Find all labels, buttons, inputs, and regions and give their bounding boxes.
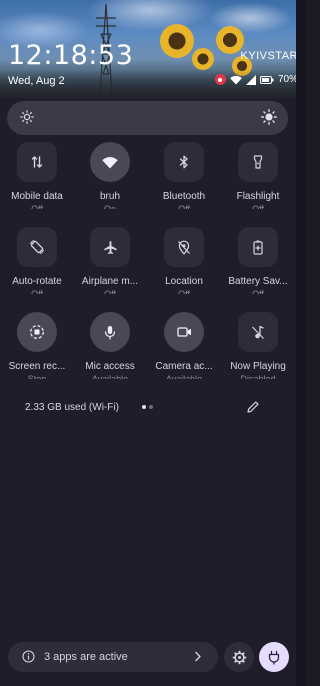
tile-label: Now Playing [230,361,286,372]
power-plug-icon [268,650,280,665]
screen-record-icon [214,74,226,85]
tile-camera-access[interactable]: Camera ac... Available [147,312,221,379]
sun-high-icon [261,109,277,125]
clock-time[interactable]: 12:18:53 [8,40,133,71]
tile-state: Off [31,289,43,294]
power-button[interactable] [259,642,289,672]
tile-airplane-mode[interactable]: Airplane m... Off [73,227,147,294]
auto-rotate-icon [29,239,45,255]
tile-screen-record[interactable]: Screen rec... Stop [0,312,74,379]
tile-state: Disabled [240,374,276,379]
tile-label: Camera ac... [155,361,213,372]
tile-state: Available [165,374,203,379]
tile-state: On [103,204,116,209]
tile-battery-saver-button[interactable] [238,227,278,267]
tile-state: Stop [27,374,47,379]
tile-camera-access-button[interactable] [164,312,204,352]
tile-label: Airplane m... [81,276,139,287]
battery-saver-icon [253,240,263,255]
page-dot-active [142,405,146,409]
airplane-icon [103,240,117,254]
sunflower-illustration [160,24,194,58]
tile-flashlight-button[interactable] [238,142,278,182]
active-apps-button[interactable]: 3 apps are active [8,642,218,672]
tile-label: Location [165,276,203,287]
tile-label: Mobile data [11,191,63,202]
data-usage-text[interactable]: 2.33 GB used (Wi-Fi) [25,402,119,413]
tile-state: Off [31,204,43,209]
chevron-right-icon [195,651,201,662]
tile-label: Bluetooth [162,191,206,202]
tile-state: Available [91,374,129,379]
tile-wifi[interactable]: bruh On [73,142,147,209]
tile-now-playing-button[interactable] [238,312,278,352]
tile-mobile-data[interactable]: Mobile data Off [0,142,74,209]
info-icon [22,650,35,663]
screen-record-icon [30,325,44,339]
tile-state: Off [178,204,190,209]
tile-mobile-data-button[interactable] [17,142,57,182]
tile-bluetooth-button[interactable] [164,142,204,182]
brightness-slider[interactable] [7,101,288,135]
tile-screen-record-button[interactable] [17,312,57,352]
tile-label: Auto-rotate [12,276,62,287]
gear-icon [232,650,246,664]
tile-state: Off [178,289,190,294]
tile-mic-access-button[interactable] [90,312,130,352]
date-text[interactable]: Wed, Aug 2 [8,75,65,87]
wifi-icon [102,156,118,168]
now-playing-icon [252,325,264,339]
settings-button[interactable] [224,642,254,672]
tile-label: bruh [99,191,120,202]
tile-location[interactable]: Location Off [147,227,221,294]
wallpaper-header: 12:18:53 Wed, Aug 2 KYIVSTAR 70% [0,0,306,100]
tile-airplane-mode-button[interactable] [90,227,130,267]
wifi-icon [230,75,242,84]
bluetooth-icon [179,155,188,169]
tile-auto-rotate[interactable]: Auto-rotate Off [0,227,74,294]
screen-edge [296,0,306,686]
camera-icon [176,327,191,337]
active-apps-label: 3 apps are active [44,651,128,663]
battery-percent: 70% [277,74,298,85]
status-icons: 70% [214,74,298,85]
sunflower-illustration [192,48,214,70]
tile-label: Screen rec... [8,361,66,372]
tile-state: Off [252,289,264,294]
tile-label: Mic access [85,361,135,372]
sun-low-icon [20,110,34,124]
flashlight-icon [253,155,263,169]
battery-icon [259,75,274,84]
mic-icon [104,325,116,340]
carrier-name: KYIVSTAR [240,50,298,62]
tile-state: Off [104,289,116,294]
page-dot [149,405,153,409]
signal-icon [245,74,256,85]
mobile-data-icon [31,156,43,168]
tile-now-playing[interactable]: Now Playing Disabled [221,312,295,379]
tile-auto-rotate-button[interactable] [17,227,57,267]
location-off-icon [178,240,190,255]
tile-battery-saver[interactable]: Battery Sav... Off [221,227,295,294]
tile-bluetooth[interactable]: Bluetooth Off [147,142,221,209]
tile-location-button[interactable] [164,227,204,267]
tile-wifi-button[interactable] [90,142,130,182]
edit-pencil-icon[interactable] [246,400,260,414]
tile-state: Off [252,204,264,209]
page-indicator [142,405,153,409]
quick-settings-panel: 12:18:53 Wed, Aug 2 KYIVSTAR 70% Mobile … [0,0,306,686]
tile-flashlight[interactable]: Flashlight Off [221,142,295,209]
tile-label: Battery Sav... [228,276,288,287]
tile-label: Flashlight [236,191,280,202]
tile-mic-access[interactable]: Mic access Available [73,312,147,379]
